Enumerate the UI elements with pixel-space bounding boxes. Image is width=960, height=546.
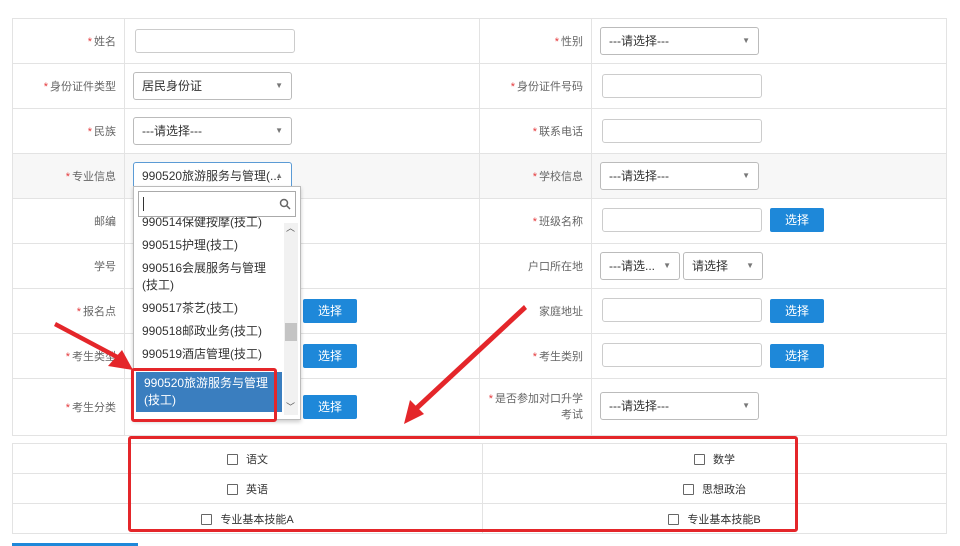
- class-select-button[interactable]: 选择: [770, 208, 824, 232]
- label-candidate-class: * 考生分类: [12, 378, 125, 436]
- dropdown-option[interactable]: 990517茶艺(技工): [134, 297, 284, 320]
- label-text: 民族: [94, 126, 116, 138]
- phone-input[interactable]: [602, 119, 762, 143]
- scrollbar-thumb[interactable]: [285, 323, 297, 341]
- label-counterpart-exam: * 是否参加对口升学考试: [479, 378, 592, 436]
- candidate-class-select-button[interactable]: 选择: [303, 395, 357, 419]
- label-text: 性别: [561, 36, 583, 48]
- label-text: 报名点: [83, 306, 116, 318]
- required-marker: *: [65, 171, 70, 183]
- chevron-down-icon: ▼: [746, 261, 754, 270]
- candidate-category-select-button[interactable]: 选择: [770, 344, 824, 368]
- label-text: 邮编: [94, 216, 116, 228]
- label-id-number: * 身份证件号码: [479, 63, 592, 109]
- address-select-button[interactable]: 选择: [770, 299, 824, 323]
- scroll-up-icon[interactable]: ︿: [286, 221, 295, 234]
- label-address: 家庭地址: [479, 288, 592, 334]
- dropdown-search-input[interactable]: [138, 191, 296, 217]
- label-text: 家庭地址: [539, 306, 583, 318]
- required-marker: *: [43, 81, 48, 93]
- scroll-down-icon[interactable]: ﹀: [286, 400, 295, 413]
- id-type-select[interactable]: 居民身份证 ▼: [133, 72, 292, 100]
- select-value: ---请选择---: [142, 124, 202, 138]
- label-student-no: 学号: [12, 243, 125, 289]
- address-input[interactable]: [602, 298, 762, 322]
- dropdown-option[interactable]: 990519酒店管理(技工): [134, 343, 284, 366]
- label-text: 学号: [94, 261, 116, 273]
- label-text: 是否参加对口升学考试: [495, 393, 583, 421]
- select-value: 请选择: [692, 259, 729, 273]
- required-marker: *: [532, 351, 537, 363]
- dropdown-scrollbar[interactable]: ︿ ﹀: [284, 223, 298, 415]
- label-class: * 班级名称: [479, 198, 592, 244]
- required-marker: *: [532, 171, 537, 183]
- label-candidate-category: * 考生类别: [479, 333, 592, 379]
- label-text: 身份证件类型: [50, 81, 116, 93]
- select-value: ---请选择---: [609, 169, 669, 183]
- label-school: * 学校信息: [479, 153, 592, 199]
- id-number-input[interactable]: [602, 74, 762, 98]
- required-marker: *: [87, 126, 92, 138]
- name-input[interactable]: [135, 29, 295, 53]
- school-select[interactable]: ---请选择--- ▼: [600, 162, 759, 190]
- label-text: 身份证件号码: [517, 81, 583, 93]
- label-id-type: * 身份证件类型: [12, 63, 125, 109]
- label-name: * 姓名: [12, 18, 125, 64]
- select-value: ---请选...: [609, 259, 655, 273]
- chevron-down-icon: ▼: [275, 126, 283, 135]
- label-major: * 专业信息: [12, 153, 125, 199]
- label-text: 考生类别: [539, 351, 583, 363]
- label-gender: * 性别: [479, 18, 592, 64]
- select-value: 990520旅游服务与管理(...: [142, 169, 281, 183]
- registration-point-select-button[interactable]: 选择: [303, 299, 357, 323]
- required-marker: *: [65, 402, 70, 414]
- dropdown-option[interactable]: 990514保健按摩(技工): [134, 217, 284, 234]
- required-marker: *: [65, 351, 70, 363]
- label-hukou: 户口所在地: [479, 243, 592, 289]
- annotation-box-selected-option: [131, 368, 277, 422]
- text-cursor: [143, 197, 144, 211]
- label-text: 专业信息: [72, 171, 116, 183]
- select-value: ---请选择---: [609, 399, 669, 413]
- label-text: 学校信息: [539, 171, 583, 183]
- hukou-city-select[interactable]: 请选择 ▼: [683, 252, 763, 280]
- select-value: 居民身份证: [142, 79, 203, 93]
- candidate-type-select-button[interactable]: 选择: [303, 344, 357, 368]
- annotation-box-subjects: [128, 436, 798, 532]
- select-value: ---请选择---: [609, 34, 669, 48]
- label-text: 考生类型: [72, 351, 116, 363]
- chevron-down-icon: ▼: [742, 171, 750, 180]
- dropdown-option[interactable]: 990516会展服务与管理(技工): [134, 257, 284, 297]
- dropdown-option[interactable]: 990518邮政业务(技工): [134, 320, 284, 343]
- search-icon: [279, 198, 291, 210]
- candidate-category-input[interactable]: [602, 343, 762, 367]
- label-text: 姓名: [94, 36, 116, 48]
- label-text: 班级名称: [539, 216, 583, 228]
- class-input[interactable]: [602, 208, 762, 232]
- label-candidate-type: * 考生类型: [12, 333, 125, 379]
- required-marker: *: [510, 81, 515, 93]
- label-phone: * 联系电话: [479, 108, 592, 154]
- hukou-province-select[interactable]: ---请选... ▼: [600, 252, 680, 280]
- required-marker: *: [87, 36, 92, 48]
- gender-select[interactable]: ---请选择--- ▼: [600, 27, 759, 55]
- ethnicity-select[interactable]: ---请选择--- ▼: [133, 117, 292, 145]
- chevron-down-icon: ▼: [275, 81, 283, 90]
- chevron-down-icon: ▼: [742, 401, 750, 410]
- label-ethnicity: * 民族: [12, 108, 125, 154]
- required-marker: *: [554, 36, 559, 48]
- label-text: 户口所在地: [528, 261, 583, 273]
- required-marker: *: [532, 126, 537, 138]
- label-text: 联系电话: [539, 126, 583, 138]
- counterpart-exam-select[interactable]: ---请选择--- ▼: [600, 392, 759, 420]
- chevron-down-icon: ▼: [742, 36, 750, 45]
- required-marker: *: [76, 306, 81, 318]
- label-text: 考生分类: [72, 402, 116, 414]
- label-postcode: 邮编: [12, 198, 125, 244]
- label-registration-point: * 报名点: [12, 288, 125, 334]
- required-marker: *: [532, 216, 537, 228]
- required-marker: *: [488, 393, 493, 405]
- chevron-down-icon: ▼: [663, 261, 671, 270]
- dropdown-option[interactable]: 990515护理(技工): [134, 234, 284, 257]
